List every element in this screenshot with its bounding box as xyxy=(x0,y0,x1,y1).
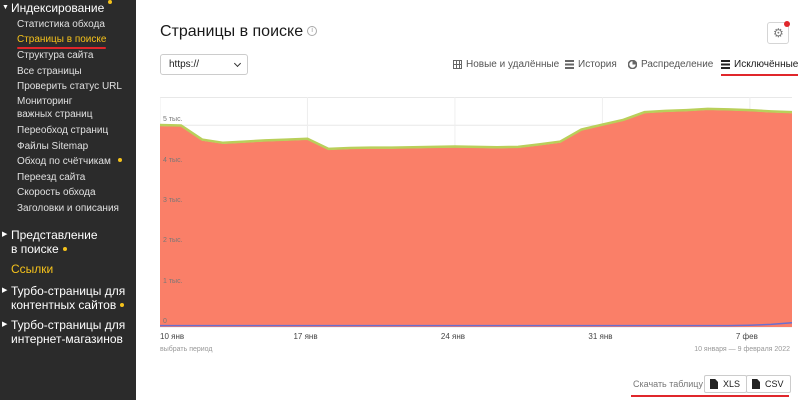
x-tick-label: 24 янв xyxy=(440,332,466,341)
settings-button[interactable]: ⚙ xyxy=(767,21,790,44)
tab-distribution[interactable]: Распределение xyxy=(628,59,713,70)
sidebar-item-counter-crawl[interactable]: Обход по счётчикам xyxy=(17,156,122,168)
y-tick-label: 3 тыс. xyxy=(163,196,183,204)
sidebar-section-label: Турбо-страницы для контентных сайтов xyxy=(11,284,125,312)
table-icon xyxy=(453,60,462,69)
x-tick-label: 10 янв xyxy=(160,332,185,341)
sidebar-section-links[interactable]: Ссылки xyxy=(11,262,53,276)
chevron-down-icon xyxy=(233,59,242,68)
y-tick-label: 2 тыс. xyxy=(163,237,183,245)
sidebar-item-crawl-stats[interactable]: Статистика обхода xyxy=(17,19,105,31)
download-underline xyxy=(631,395,789,397)
stack-icon xyxy=(721,60,730,69)
protocol-select[interactable]: https:// xyxy=(160,54,248,75)
tab-history[interactable]: История xyxy=(565,59,617,70)
download-csv-button[interactable]: CSV xyxy=(746,375,791,393)
csv-label: CSV xyxy=(765,379,784,389)
triangle-right-icon: ▶ xyxy=(2,287,8,294)
xls-label: XLS xyxy=(723,379,741,389)
sidebar-item-titles[interactable]: Заголовки и описания xyxy=(17,203,119,215)
sidebar-item-monitoring-line2[interactable]: важных страниц xyxy=(17,109,92,121)
sidebar-section-label: Представление в поиске xyxy=(11,228,98,256)
y-tick-label: 1 тыс. xyxy=(163,277,183,285)
excluded-area-series[interactable] xyxy=(160,109,792,327)
active-underline xyxy=(17,47,107,49)
label-line2: в поиске xyxy=(11,242,59,256)
tab-label: Распределение xyxy=(641,59,714,70)
sidebar-item-crawl-speed[interactable]: Скорость обхода xyxy=(17,187,96,199)
active-tab-underline xyxy=(721,74,799,76)
triangle-down-icon: ▼ xyxy=(2,4,9,11)
y-tick-label: 5 тыс. xyxy=(163,116,183,124)
sidebar-item-sitemap[interactable]: Файлы Sitemap xyxy=(17,141,88,153)
y-tick-label: 4 тыс. xyxy=(163,156,183,164)
notification-dot xyxy=(108,0,113,4)
label-line1: Представление xyxy=(11,228,98,242)
document-icon xyxy=(752,379,760,389)
gear-icon: ⚙ xyxy=(773,26,784,40)
select-period-link[interactable]: выбрать период xyxy=(160,346,213,353)
sidebar-item-recrawl[interactable]: Переобход страниц xyxy=(17,125,108,137)
info-icon[interactable]: i xyxy=(307,25,318,36)
sidebar-item-label: Страницы в поиске xyxy=(17,34,107,45)
tab-excluded[interactable]: Исключённые xyxy=(721,59,799,76)
sidebar-section-label: Турбо-страницы для интернет-магазинов xyxy=(11,318,125,346)
sidebar-section-turbo-shop[interactable]: ▶ Турбо-страницы для интернет-магазинов xyxy=(2,318,125,346)
notification-dot xyxy=(120,302,125,307)
notification-dot xyxy=(117,158,122,163)
label-line2: интернет-магазинов xyxy=(11,332,123,346)
sidebar-item-all-pages[interactable]: Все страницы xyxy=(17,66,82,78)
sidebar-item-search-pages[interactable]: Страницы в поиске xyxy=(17,34,107,49)
list-icon xyxy=(565,60,574,69)
triangle-right-icon: ▶ xyxy=(2,321,8,328)
page-title: Страницы в поиске i xyxy=(160,23,318,41)
page-title-text: Страницы в поиске xyxy=(160,23,304,40)
sidebar-section-indexing[interactable]: ▼ Индексирование xyxy=(2,0,113,15)
triangle-right-icon: ▶ xyxy=(2,231,8,238)
y-tick-label: 0 xyxy=(163,318,167,325)
sidebar-section-label: Ссылки xyxy=(11,262,54,276)
x-tick-label: 7 фев xyxy=(735,332,758,341)
tab-label: Новые и удалённые xyxy=(466,59,560,70)
x-tick-label: 17 янв xyxy=(293,332,318,341)
tab-label: История xyxy=(578,59,617,70)
period-range: 10 января — 9 февраля 2022 xyxy=(694,346,790,353)
sidebar-section-search-view[interactable]: ▶ Представление в поиске xyxy=(2,228,98,256)
pie-icon xyxy=(628,60,637,69)
download-table-label: Скачать таблицу xyxy=(633,379,703,389)
pages-chart[interactable] xyxy=(160,97,792,329)
sidebar-section-label: Индексирование xyxy=(11,1,105,15)
label-line1: Турбо-страницы для xyxy=(11,318,126,332)
sidebar-item-monitoring[interactable]: Мониторинг xyxy=(17,96,72,108)
x-tick-label: 31 янв xyxy=(588,332,613,341)
notification-dot xyxy=(784,21,790,27)
sidebar-section-turbo-content[interactable]: ▶ Турбо-страницы для контентных сайтов xyxy=(2,284,125,312)
protocol-select-value: https:// xyxy=(169,59,200,70)
download-xls-button[interactable]: XLS xyxy=(704,375,748,393)
sidebar-item-site-move[interactable]: Переезд сайта xyxy=(17,172,85,184)
sidebar-item-check-url[interactable]: Проверить статус URL xyxy=(17,81,122,93)
document-icon xyxy=(710,379,718,389)
tab-new-removed[interactable]: Новые и удалённые xyxy=(453,59,559,70)
sidebar: ▼ Индексирование Статистика обхода Стран… xyxy=(0,0,136,400)
notification-dot xyxy=(62,246,67,251)
label-line1: Турбо-страницы для xyxy=(11,284,126,298)
sidebar-item-site-structure[interactable]: Структура сайта xyxy=(17,50,93,62)
tab-label: Исключённые xyxy=(734,59,799,70)
sidebar-item-label: Обход по счётчикам xyxy=(17,156,111,167)
label-line2: контентных сайтов xyxy=(11,298,117,312)
